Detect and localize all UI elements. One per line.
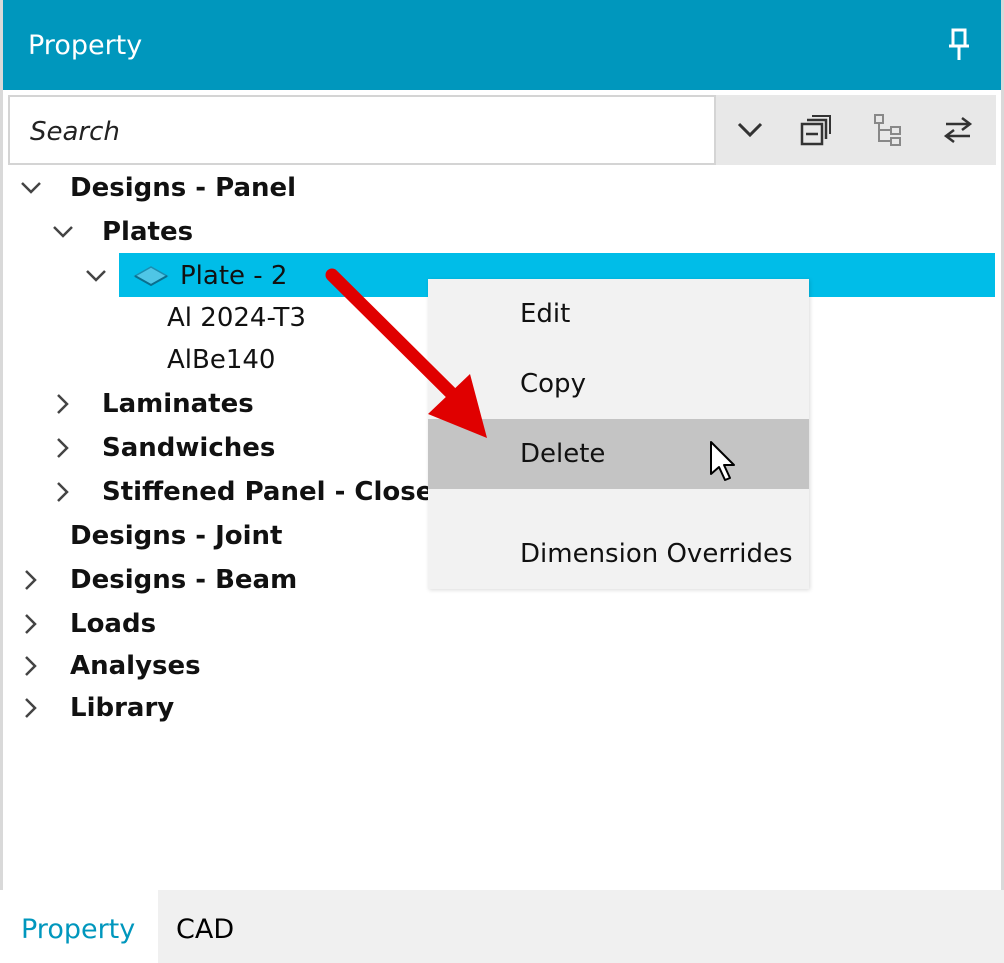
search-input[interactable]: Search <box>8 95 716 165</box>
plate-icon <box>133 266 169 287</box>
tree-label: Loads <box>70 609 157 639</box>
tree-label: Al 2024-T3 <box>167 303 306 333</box>
tree-label: Library <box>70 693 175 723</box>
chevron-right-icon[interactable] <box>20 569 42 591</box>
chevron-right-icon[interactable] <box>20 613 42 635</box>
search-placeholder: Search <box>30 117 120 147</box>
panel-title: Property <box>28 30 143 61</box>
menu-item-copy[interactable]: Copy <box>428 349 809 419</box>
panel-header: Property <box>3 0 1001 90</box>
tab-label: CAD <box>176 914 235 945</box>
menu-item-label: Dimension Overrides <box>520 539 793 569</box>
tree-label: Designs - Beam <box>70 565 298 595</box>
menu-item-label: Copy <box>520 369 586 399</box>
chevron-down-icon[interactable] <box>52 221 74 243</box>
chevron-down-icon[interactable] <box>730 110 770 150</box>
menu-item-dimension-overrides[interactable]: Dimension Overrides <box>428 519 809 589</box>
chevron-right-icon[interactable] <box>52 437 74 459</box>
tree-label: Stiffened Panel - Closed <box>102 477 452 507</box>
tree-label: Sandwiches <box>102 433 276 463</box>
menu-item-edit[interactable]: Edit <box>428 279 809 349</box>
collapse-all-icon[interactable] <box>796 110 836 150</box>
tab-cad[interactable]: CAD <box>158 890 268 963</box>
swap-icon[interactable] <box>938 110 978 150</box>
tree-label: Laminates <box>102 389 254 419</box>
tree-view-icon[interactable] <box>868 110 908 150</box>
menu-item-delete[interactable]: Delete <box>428 419 809 489</box>
chevron-right-icon[interactable] <box>20 697 42 719</box>
tree-label: Plates <box>102 217 194 247</box>
chevron-right-icon[interactable] <box>52 481 74 503</box>
bottom-tab-bar: Property CAD <box>0 890 1004 963</box>
tree-label: Designs - Joint <box>70 521 283 551</box>
chevron-right-icon[interactable] <box>20 655 42 677</box>
menu-item-label: Edit <box>520 299 571 329</box>
tab-label: Property <box>21 914 136 945</box>
tree-toolbar <box>716 95 996 165</box>
tree-label: Analyses <box>70 651 201 681</box>
tab-property[interactable]: Property <box>0 890 158 963</box>
chevron-right-icon[interactable] <box>52 393 74 415</box>
tree-label: AlBe140 <box>167 345 276 375</box>
chevron-down-icon[interactable] <box>85 265 107 287</box>
chevron-down-icon[interactable] <box>20 177 42 199</box>
tree-label: Plate - 2 <box>180 261 288 291</box>
context-menu: Edit Copy Delete Dimension Overrides <box>428 279 809 589</box>
tree-label: Designs - Panel <box>70 173 297 203</box>
pin-icon[interactable] <box>947 28 971 62</box>
menu-item-label: Delete <box>520 439 606 469</box>
mouse-cursor-icon <box>710 441 735 481</box>
